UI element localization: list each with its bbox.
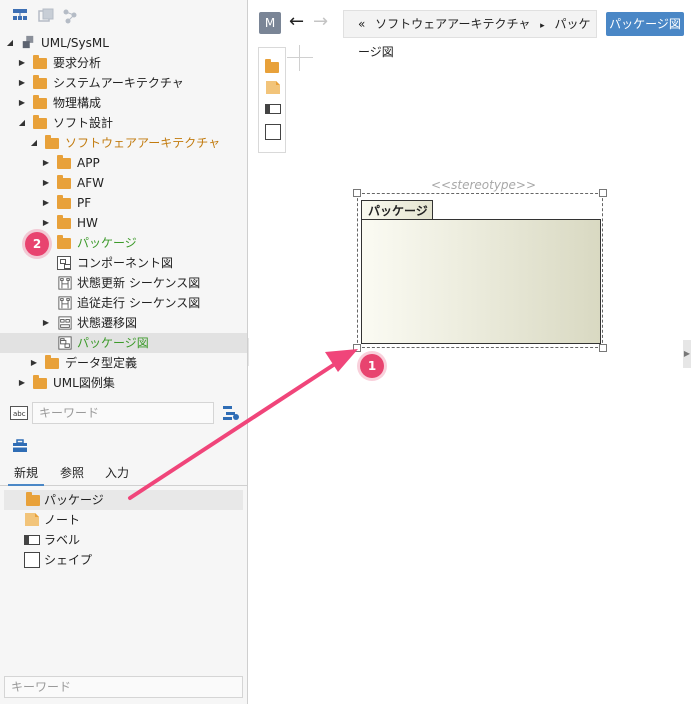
drag-annotation-arrow	[128, 349, 358, 500]
